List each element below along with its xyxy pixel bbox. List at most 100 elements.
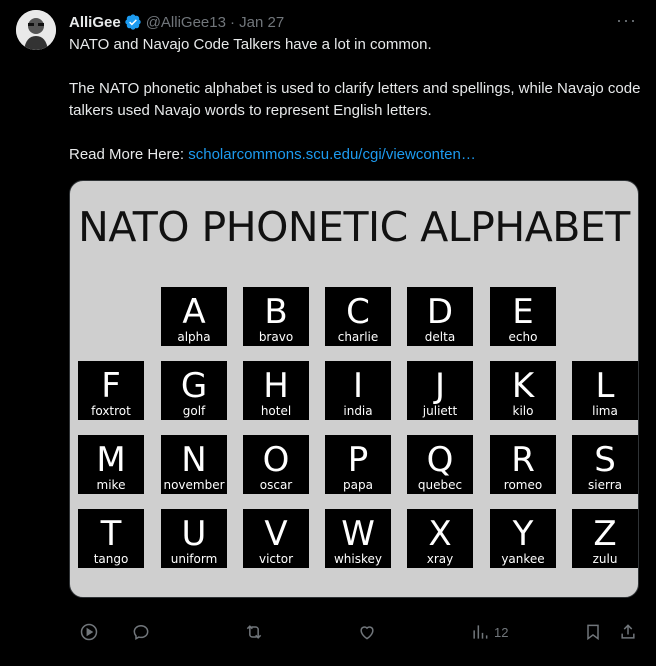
tile-lima: Llima — [572, 361, 638, 420]
tile-word: oscar — [259, 478, 293, 492]
tile-india: Iindia — [325, 361, 391, 420]
tile-letter: L — [595, 366, 615, 406]
tweet: AlliGee @AlliGee13 · Jan 27 ··· NATO and… — [0, 0, 656, 666]
tile-word: bravo — [258, 330, 294, 344]
tile-uniform: Uuniform — [161, 509, 227, 568]
tile-letter: N — [181, 440, 207, 480]
tile-word: foxtrot — [91, 404, 131, 418]
reply-icon[interactable] — [131, 620, 151, 644]
tweet-line-1: NATO and Navajo Code Talkers have a lot … — [69, 36, 432, 53]
tile-letter: H — [263, 366, 289, 406]
tile-word: victor — [258, 552, 293, 566]
avatar[interactable] — [16, 10, 56, 50]
tile-word: alpha — [177, 330, 211, 344]
tile-letter: F — [101, 366, 121, 406]
tile-charlie: Ccharlie — [325, 287, 391, 346]
like-icon[interactable] — [357, 620, 377, 644]
tile-word: xray — [426, 552, 454, 566]
tile-word: india — [343, 404, 373, 418]
author-handle[interactable]: @AlliGee13 — [146, 14, 226, 31]
verified-badge-icon — [124, 13, 142, 31]
tile-letter: U — [181, 514, 207, 554]
tile-oscar: Ooscar — [243, 435, 309, 494]
tile-word: sierra — [588, 478, 622, 492]
tile-word: whiskey — [333, 552, 382, 566]
tweet-line-2: The NATO phonetic alphabet is used to cl… — [69, 80, 641, 119]
tile-letter: I — [352, 366, 364, 406]
tile-word: tango — [93, 552, 129, 566]
tweet-link[interactable]: scholarcommons.scu.edu/cgi/viewconten… — [188, 146, 476, 163]
tile-zulu: Zzulu — [572, 509, 638, 568]
tile-letter: K — [511, 366, 535, 406]
tile-word: zulu — [592, 552, 618, 566]
tweet-text: NATO and Navajo Code Talkers have a lot … — [69, 34, 641, 166]
tile-word: romeo — [503, 478, 543, 492]
tile-letter: Q — [426, 440, 454, 480]
more-icon[interactable]: ··· — [616, 10, 636, 30]
tile-letter: P — [347, 440, 369, 480]
tile-word: november — [163, 478, 225, 492]
tile-letter: M — [96, 440, 126, 480]
tile-letter: D — [426, 292, 454, 332]
author-name[interactable]: AlliGee — [69, 14, 121, 31]
tile-letter: X — [428, 514, 452, 554]
tile-hotel: Hhotel — [243, 361, 309, 420]
tile-word: lima — [592, 404, 618, 418]
tile-word: golf — [182, 404, 206, 418]
tile-word: uniform — [170, 552, 218, 566]
tweet-header: AlliGee @AlliGee13 · Jan 27 — [69, 12, 284, 32]
tile-letter: O — [262, 440, 290, 480]
tile-letter: V — [264, 514, 288, 554]
tile-xray: Xxray — [407, 509, 473, 568]
tile-kilo: Kkilo — [490, 361, 556, 420]
media-image[interactable]: NATO PHONETIC ALPHABET Aalpha Bbravo Cchar… — [69, 180, 639, 598]
tile-word: yankee — [501, 552, 545, 566]
tile-letter: B — [264, 292, 288, 332]
tile-letter: Z — [593, 514, 617, 554]
tile-letter: R — [511, 440, 535, 480]
tweet-date[interactable]: · Jan 27 — [230, 14, 284, 31]
tile-juliett: Jjuliett — [407, 361, 473, 420]
tile-letter: T — [100, 514, 122, 554]
tile-letter: E — [512, 292, 534, 332]
views-icon — [473, 625, 488, 639]
tile-mike: Mmike — [78, 435, 144, 494]
tile-foxtrot: Ffoxtrot — [78, 361, 144, 420]
tile-delta: Ddelta — [407, 287, 473, 346]
tile-golf: Ggolf — [161, 361, 227, 420]
views-count: 12 — [494, 624, 509, 640]
read-more-label: Read More Here: — [69, 146, 185, 163]
tile-papa: Ppapa — [325, 435, 391, 494]
tile-yankee: Yyankee — [490, 509, 556, 568]
tile-word: hotel — [260, 404, 292, 418]
tile-victor: Vvictor — [243, 509, 309, 568]
tile-word: mike — [96, 478, 126, 492]
bookmark-icon[interactable] — [583, 620, 603, 644]
share-icon[interactable] — [618, 620, 638, 644]
media-title: NATO PHONETIC ALPHABET — [78, 203, 630, 251]
tile-quebec: Qquebec — [407, 435, 473, 494]
tile-letter: W — [341, 514, 375, 554]
tile-word: kilo — [512, 404, 534, 418]
tile-echo: Eecho — [490, 287, 556, 346]
tile-whiskey: Wwhiskey — [325, 509, 391, 568]
tile-romeo: Rromeo — [490, 435, 556, 494]
tile-word: charlie — [337, 330, 379, 344]
tile-tango: Ttango — [78, 509, 144, 568]
tile-letter: C — [346, 292, 370, 332]
views-button[interactable]: 12 — [470, 620, 508, 644]
play-icon[interactable] — [79, 620, 99, 644]
action-bar: 12 — [69, 620, 641, 644]
retweet-icon[interactable] — [244, 620, 264, 644]
tile-word: quebec — [417, 478, 463, 492]
tile-alpha: Aalpha — [161, 287, 227, 346]
tile-sierra: Ssierra — [572, 435, 638, 494]
tile-bravo: Bbravo — [243, 287, 309, 346]
tile-word: juliett — [422, 404, 458, 418]
tile-word: delta — [424, 330, 456, 344]
tile-word: echo — [508, 330, 538, 344]
tile-word: papa — [343, 478, 373, 492]
tile-letter: Y — [512, 514, 534, 554]
tile-letter: J — [434, 366, 446, 406]
tile-november: Nnovember — [161, 435, 227, 494]
